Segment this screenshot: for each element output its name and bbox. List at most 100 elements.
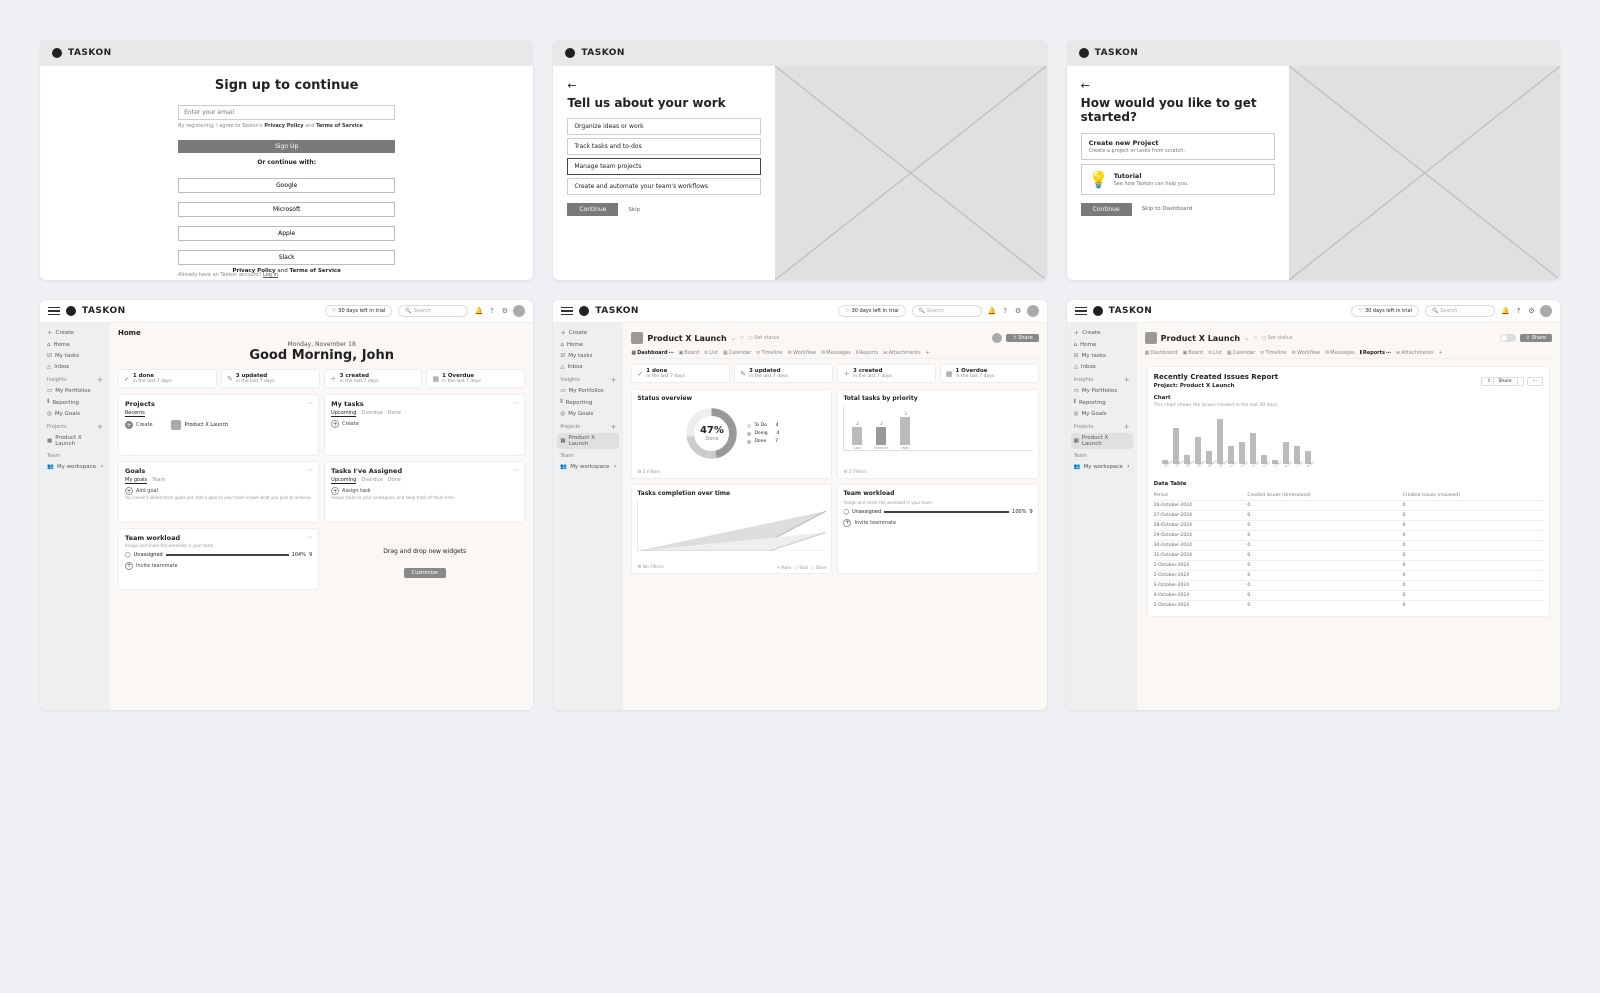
continue-button[interactable]: Continue xyxy=(567,203,618,216)
tab-timeline[interactable]: ≡ Timeline xyxy=(1260,350,1286,356)
tab-add-icon[interactable]: + xyxy=(926,350,930,356)
tab-dashboard[interactable]: ▦ Dashboard ⋯ xyxy=(631,350,673,356)
skip-link[interactable]: Skip xyxy=(628,207,640,213)
menu-icon[interactable] xyxy=(48,307,60,316)
project-link[interactable]: Product X Launch xyxy=(185,422,229,428)
tab-workflow[interactable]: ⚙ Workflow xyxy=(1292,350,1320,356)
more-icon[interactable]: ⋯ xyxy=(512,466,519,474)
tab-calendar[interactable]: ▦ Calendar xyxy=(723,350,751,356)
signup-button[interactable]: Sign Up xyxy=(178,140,395,153)
sidebar-proj1[interactable]: ▦ Product X Launch xyxy=(557,433,619,449)
more-icon[interactable]: ⋯ xyxy=(306,466,313,474)
star-icon[interactable]: ☆ xyxy=(740,335,744,341)
skip-link[interactable]: Skip to Dashboard xyxy=(1142,206,1193,212)
sidebar-goals[interactable]: ◎ My Goals xyxy=(44,409,106,419)
sidebar-workspace[interactable]: 👥 My workspace › xyxy=(44,461,106,472)
projects-add-icon[interactable]: + xyxy=(610,423,616,431)
tab-workflow[interactable]: ⚙ Workflow xyxy=(788,350,816,356)
avatar[interactable] xyxy=(1027,305,1039,317)
onb1-opt-0[interactable]: Organize ideas or work xyxy=(567,118,761,135)
tab-reports[interactable]: ⫴ Reports xyxy=(856,350,878,356)
trial-pill[interactable]: ♡ 30 days left in trial xyxy=(838,305,906,317)
tab-attachments[interactable]: ⫘ Attachments xyxy=(883,350,920,356)
tab-done[interactable]: Done xyxy=(388,477,401,484)
back-arrow-icon[interactable]: ← xyxy=(567,79,576,92)
sidebar-create[interactable]: ＋ Create xyxy=(1071,327,1133,339)
tab-upcoming[interactable]: Upcoming xyxy=(331,477,356,484)
gear-icon[interactable]: ⚙ xyxy=(500,307,509,316)
set-status-button[interactable]: ○ Set status xyxy=(1262,335,1293,341)
continue-button[interactable]: Continue xyxy=(1081,203,1132,216)
back-arrow-icon[interactable]: ← xyxy=(1081,79,1090,92)
trial-pill[interactable]: ♡ 30 days left in trial xyxy=(325,305,393,317)
filters-button[interactable]: ⚙ 2 Filters xyxy=(843,470,866,475)
menu-icon[interactable] xyxy=(561,307,573,316)
insights-add-icon[interactable]: + xyxy=(1124,376,1130,384)
more-icon[interactable]: ⋯ xyxy=(306,533,313,541)
sidebar-create[interactable]: ＋ Create xyxy=(44,327,106,339)
sidebar-create[interactable]: ＋ Create xyxy=(557,327,619,339)
sso-microsoft[interactable]: Microsoft xyxy=(178,202,395,217)
more-icon[interactable]: ⋯ xyxy=(512,399,519,407)
sidebar-mytasks[interactable]: ☑ My tasks xyxy=(44,351,106,361)
sidebar-goals[interactable]: ◎ My Goals xyxy=(557,409,619,419)
sidebar-portfolios[interactable]: ▭ My Portfolios xyxy=(44,386,106,396)
insights-add-icon[interactable]: + xyxy=(97,376,103,384)
create-project-button[interactable]: +Create xyxy=(125,421,153,429)
sidebar-home[interactable]: ⌂ Home xyxy=(557,340,619,350)
share-button[interactable]: ⇪ Share xyxy=(1481,377,1523,386)
sidebar-reporting[interactable]: ⫴ Reporting xyxy=(1071,397,1133,408)
sidebar-reporting[interactable]: ⫴ Reporting xyxy=(44,397,106,408)
tab-overdue[interactable]: Overdue xyxy=(361,477,382,484)
tab-list[interactable]: ≡ List xyxy=(1208,350,1222,356)
sidebar-goals[interactable]: ◎ My Goals xyxy=(1071,409,1133,419)
sidebar-portfolios[interactable]: ▭ My Portfolios xyxy=(557,386,619,396)
tab-attachments[interactable]: ⫘ Attachments xyxy=(1396,350,1433,356)
onb1-opt-3[interactable]: Create and automate your team's workflow… xyxy=(567,178,761,195)
tab-mygoals[interactable]: My goals xyxy=(125,477,147,484)
tab-reports[interactable]: ⫴ Reports ⋯ xyxy=(1360,350,1391,356)
share-button[interactable]: ⇪ Share xyxy=(1520,334,1552,342)
tab-list[interactable]: ≡ List xyxy=(704,350,718,356)
sidebar-mytasks[interactable]: ☑ My tasks xyxy=(1071,351,1133,361)
filters-button[interactable]: ⚙ No Filters xyxy=(637,565,664,570)
tab-messages[interactable]: ✉ Messages xyxy=(821,350,851,356)
create-task-button[interactable]: +Create xyxy=(331,420,518,428)
tab-done[interactable]: Done xyxy=(388,410,401,417)
invite-teammate-button[interactable]: +Invite teammate xyxy=(843,519,1032,527)
email-input[interactable] xyxy=(178,105,395,120)
sso-slack[interactable]: Slack xyxy=(178,250,395,265)
sidebar-home[interactable]: ⌂ Home xyxy=(44,340,106,350)
tab-calendar[interactable]: ▦ Calendar xyxy=(1227,350,1255,356)
tab-dashboard[interactable]: ▦ Dashboard xyxy=(1145,350,1178,356)
card-dnd[interactable]: Drag and drop new widgets Customize xyxy=(324,528,525,590)
projects-add-icon[interactable]: + xyxy=(97,423,103,431)
bell-icon[interactable]: 🔔 xyxy=(474,307,483,316)
invite-teammate-button[interactable]: +Invite teammate xyxy=(125,562,312,570)
tab-messages[interactable]: ✉ Messages xyxy=(1325,350,1355,356)
chevron-down-icon[interactable]: ⌄ xyxy=(731,335,736,342)
sidebar-portfolios[interactable]: ▭ My Portfolios xyxy=(1071,386,1133,396)
tab-overdue[interactable]: Overdue xyxy=(361,410,382,417)
tab-upcoming[interactable]: Upcoming xyxy=(331,410,356,417)
toggle[interactable] xyxy=(1500,334,1516,342)
tab-recents[interactable]: Recents xyxy=(125,410,145,417)
avatar[interactable] xyxy=(1540,305,1552,317)
sidebar-inbox[interactable]: △ Inbox xyxy=(1071,362,1133,372)
add-goal-button[interactable]: +Add goal xyxy=(125,487,312,495)
menu-icon[interactable] xyxy=(1075,307,1087,316)
customize-button[interactable]: Customize xyxy=(404,568,446,578)
projects-add-icon[interactable]: + xyxy=(1124,423,1130,431)
tab-board[interactable]: ▣ Board xyxy=(679,350,699,356)
sidebar-proj1[interactable]: ▦ Product X Launch xyxy=(44,433,106,449)
bell-icon[interactable]: 🔔 xyxy=(1501,307,1510,316)
more-link[interactable]: + More xyxy=(777,565,792,570)
sidebar-home[interactable]: ⌂ Home xyxy=(1071,340,1133,350)
chevron-down-icon[interactable]: ⌄ xyxy=(1244,335,1249,342)
tab-teamgoals[interactable]: Team xyxy=(152,477,165,484)
tab-board[interactable]: ▣ Board xyxy=(1183,350,1203,356)
more-icon[interactable]: ⋯ xyxy=(306,399,313,407)
star-icon[interactable]: ☆ xyxy=(1253,335,1257,341)
more-icon[interactable]: ⋯ xyxy=(1527,377,1544,386)
set-status-button[interactable]: ○ Set status xyxy=(748,335,779,341)
